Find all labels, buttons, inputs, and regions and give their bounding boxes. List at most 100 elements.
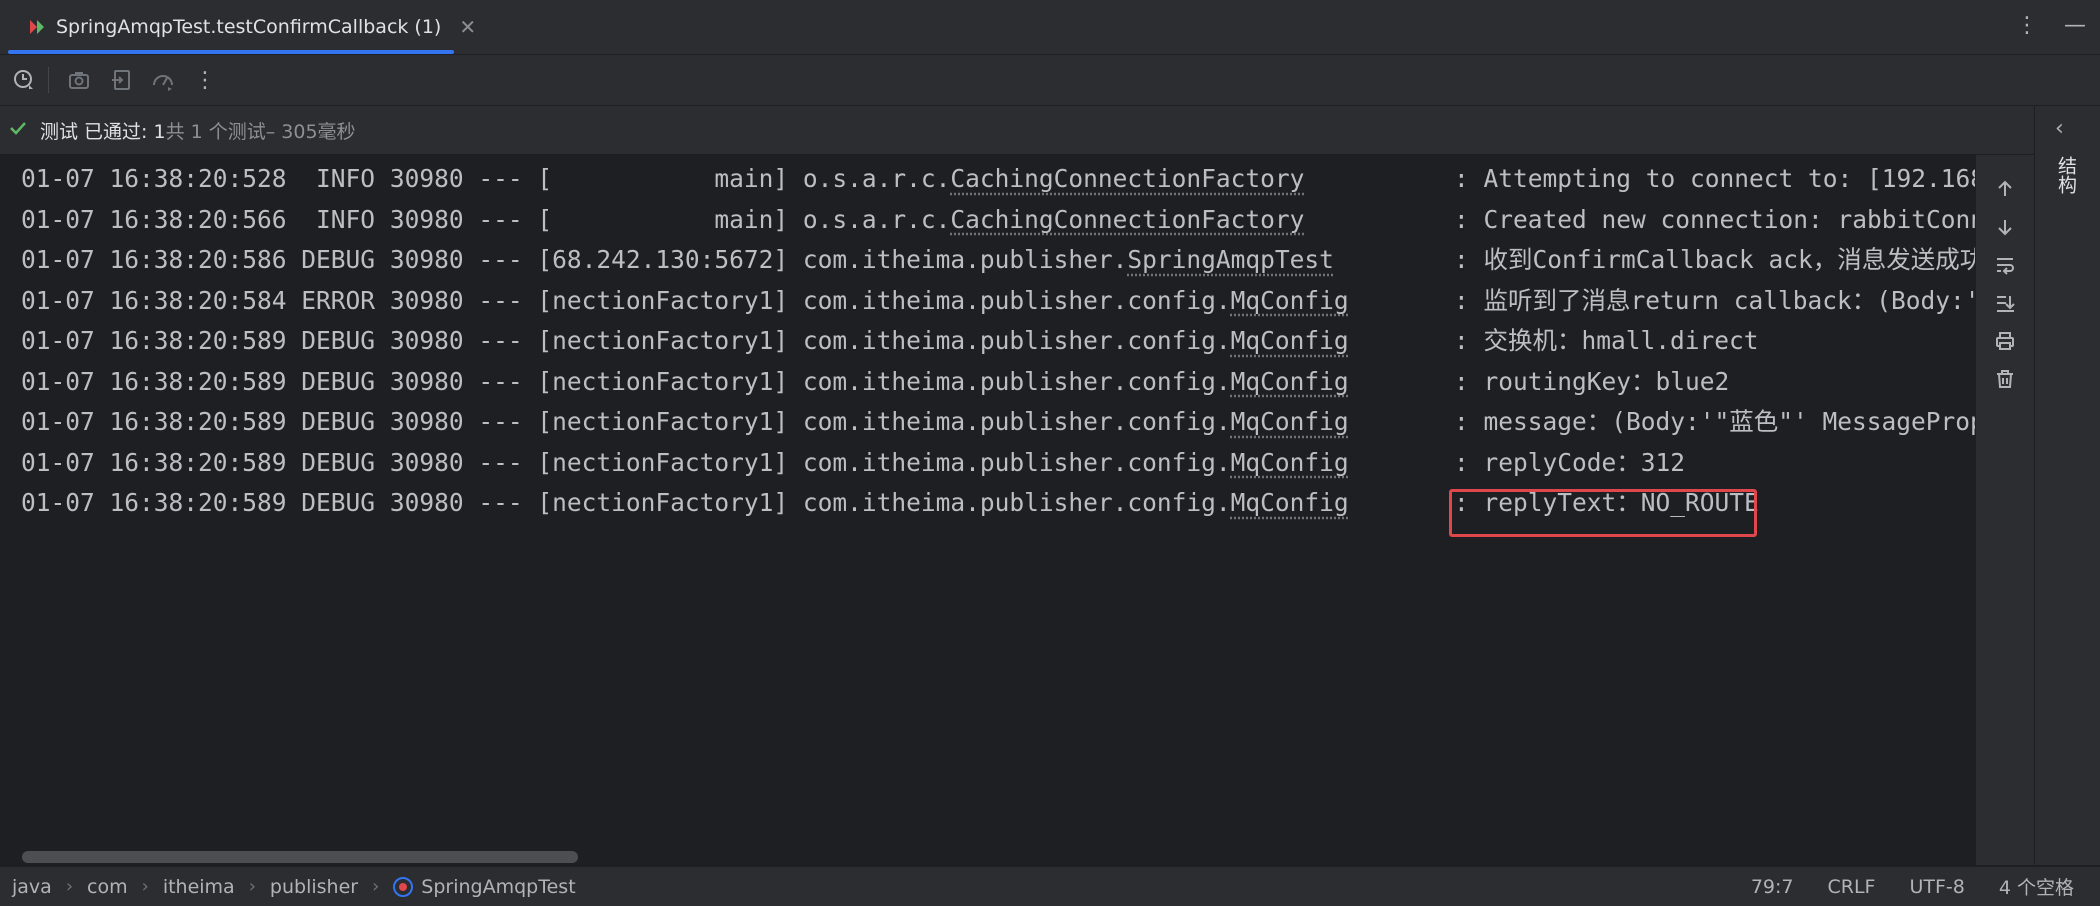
log-timestamp: 01-07 16:38:20:589 — [21, 488, 287, 517]
log-level: DEBUG — [301, 326, 376, 355]
log-class-link[interactable]: CachingConnectionFactory — [950, 164, 1304, 193]
log-class-link[interactable]: MqConfig — [1231, 326, 1349, 355]
log-pid: 30980 — [389, 407, 464, 436]
log-thread: [nectionFactory1] — [537, 447, 789, 477]
log-line: 01-07 16:38:20:528 INFO 30980 --- [ main… — [21, 159, 1975, 199]
arrow-down-icon[interactable] — [1990, 212, 2020, 242]
run-tab-bar: SpringAmqpTest.testConfirmCallback (1) ✕… — [0, 0, 2100, 55]
log-timestamp: 01-07 16:38:20:589 — [21, 326, 287, 355]
horizontal-scrollbar[interactable] — [22, 851, 578, 863]
log-level: ERROR — [301, 285, 376, 315]
file-encoding[interactable]: UTF-8 — [1909, 876, 1964, 898]
log-separator: --- — [478, 447, 523, 477]
run-toolbar: ⋮ — [0, 55, 2100, 105]
log-class-link[interactable]: MqConfig — [1231, 488, 1349, 517]
more-options-icon[interactable]: ⋮ — [2016, 13, 2038, 38]
close-icon[interactable]: ✕ — [459, 15, 476, 39]
log-pid: 30980 — [389, 164, 464, 193]
log-level: DEBUG — [301, 407, 376, 436]
log-separator: --- — [478, 164, 523, 193]
more-options-icon[interactable]: ⋮ — [187, 62, 223, 98]
log-pid: 30980 — [389, 285, 464, 315]
toolbar-divider — [48, 67, 49, 93]
console-output[interactable]: 01-07 16:38:20:528 INFO 30980 --- [ main… — [0, 155, 1975, 865]
log-thread: [68.242.130:5672] — [537, 245, 789, 274]
log-class-link[interactable]: CachingConnectionFactory — [950, 205, 1304, 234]
chevron-right-icon: › — [248, 876, 256, 897]
structure-panel-tab[interactable]: 结构 — [2053, 156, 2080, 194]
ide-status-bar: java › com › itheima › publisher › Sprin… — [0, 866, 2100, 906]
log-line: 01-07 16:38:20:589 DEBUG 30980 --- [nect… — [21, 321, 1759, 361]
print-icon[interactable] — [1990, 326, 2020, 356]
log-separator: --- — [478, 245, 523, 274]
log-package: o.s.a.r.c. — [802, 164, 951, 193]
trash-icon[interactable] — [1990, 364, 2020, 394]
minimize-icon[interactable]: — — [2064, 13, 2086, 38]
tab-test-run[interactable]: SpringAmqpTest.testConfirmCallback (1) ✕ — [8, 0, 476, 54]
log-level: DEBUG — [301, 245, 376, 274]
history-icon[interactable] — [6, 62, 42, 98]
log-line: 01-07 16:38:20:584 ERROR 30980 --- [nect… — [21, 281, 1975, 321]
line-ending[interactable]: CRLF — [1827, 876, 1875, 898]
import-icon[interactable] — [103, 62, 139, 98]
log-class-link[interactable]: MqConfig — [1231, 367, 1349, 396]
log-level: INFO — [301, 204, 376, 234]
log-line: 01-07 16:38:20:589 DEBUG 30980 --- [nect… — [21, 443, 1685, 483]
log-message: : Created new connection: rabbitConne — [1454, 204, 1975, 234]
camera-icon[interactable] — [61, 62, 97, 98]
log-class-link[interactable]: MqConfig — [1231, 286, 1349, 315]
class-icon — [393, 876, 414, 897]
log-message: : Attempting to connect to: [192.168 — [1454, 164, 1975, 193]
structure-side-panel: ‹ 结构 — [2034, 106, 2100, 865]
log-class-link[interactable]: SpringAmqpTest — [1127, 245, 1334, 274]
log-line: 01-07 16:38:20:589 DEBUG 30980 --- [nect… — [21, 483, 1759, 523]
log-timestamp: 01-07 16:38:20:528 — [21, 164, 287, 193]
log-separator: --- — [478, 204, 523, 234]
log-thread: [nectionFactory1] — [537, 407, 789, 436]
log-padding — [1349, 488, 1408, 517]
log-padding — [1349, 326, 1408, 355]
test-status-bar: 测试 已通过: 1 共 1 个测试 – 305毫秒 — [0, 106, 2100, 155]
highlight-annotation-box — [1449, 489, 1757, 537]
log-level: INFO — [301, 164, 376, 193]
log-message: : 交换机：hmall.direct — [1454, 326, 1759, 355]
scroll-to-end-icon[interactable] — [1990, 288, 2020, 318]
breadcrumb-itheima[interactable]: itheima — [163, 876, 235, 898]
log-timestamp: 01-07 16:38:20:589 — [21, 447, 287, 477]
log-pid: 30980 — [389, 326, 464, 355]
arrow-up-icon[interactable] — [1990, 174, 2020, 204]
log-class-link[interactable]: MqConfig — [1231, 407, 1349, 436]
log-timestamp: 01-07 16:38:20:586 — [21, 245, 287, 274]
log-thread: [nectionFactory1] — [537, 488, 789, 517]
tests-total-label: 共 1 个测试 — [165, 120, 266, 143]
log-pid: 30980 — [389, 488, 464, 517]
tab-title: SpringAmqpTest.testConfirmCallback (1) — [56, 16, 442, 38]
chevron-left-icon[interactable]: ‹ — [2055, 116, 2064, 141]
log-message: : 收到ConfirmCallback ack，消息发送成功 — [1454, 245, 1975, 274]
log-pid: 30980 — [389, 447, 464, 477]
breadcrumb-class[interactable]: SpringAmqpTest — [393, 876, 576, 898]
log-line: 01-07 16:38:20:566 INFO 30980 --- [ main… — [21, 200, 1975, 240]
log-message: : message：(Body:'"蓝色"' MessageProp — [1454, 407, 1975, 436]
log-package: com.itheima.publisher. — [802, 245, 1128, 274]
caret-position[interactable]: 79:7 — [1751, 876, 1794, 898]
log-class-link[interactable]: MqConfig — [1231, 448, 1349, 477]
log-package: com.itheima.publisher.config. — [802, 326, 1231, 355]
log-padding — [1349, 407, 1408, 436]
indent-setting[interactable]: 4 个空格 — [1999, 873, 2074, 900]
speedometer-icon[interactable] — [145, 62, 181, 98]
log-thread: [nectionFactory1] — [537, 366, 789, 396]
chevron-right-icon: › — [372, 876, 380, 897]
breadcrumb-com[interactable]: com — [87, 876, 128, 898]
breadcrumb-java[interactable]: java — [12, 876, 52, 898]
active-tab-indicator — [8, 50, 454, 54]
soft-wrap-icon[interactable] — [1990, 250, 2020, 280]
log-padding — [1349, 367, 1408, 396]
log-package: com.itheima.publisher.config. — [802, 285, 1231, 315]
log-separator: --- — [478, 488, 523, 517]
breadcrumb-publisher[interactable]: publisher — [270, 876, 358, 898]
log-level: DEBUG — [301, 366, 376, 396]
log-package: com.itheima.publisher.config. — [802, 447, 1231, 477]
log-timestamp: 01-07 16:38:20:589 — [21, 366, 287, 396]
log-line: 01-07 16:38:20:589 DEBUG 30980 --- [nect… — [21, 362, 1729, 402]
